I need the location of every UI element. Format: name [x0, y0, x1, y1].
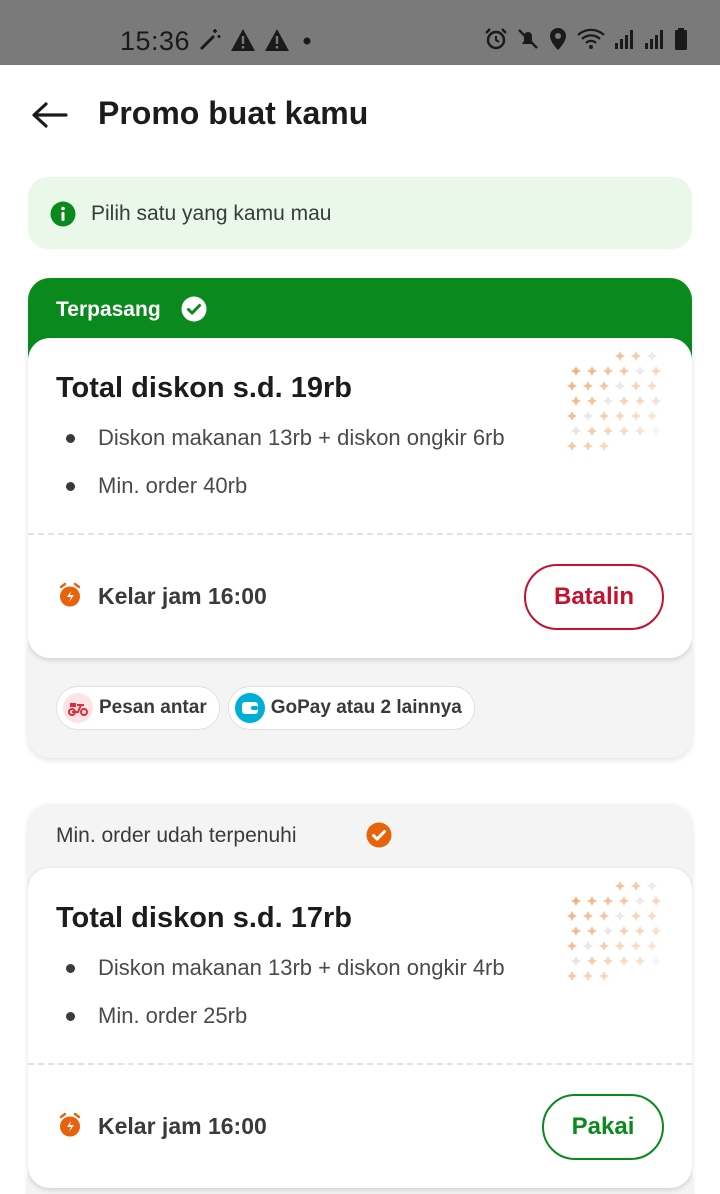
promo-expiry: Kelar jam 16:00 — [98, 1113, 267, 1139]
tag-chip: GoPay atau 2 lainnya — [227, 686, 475, 730]
alarm-icon — [485, 28, 507, 50]
app-header: Promo buat kamu — [0, 65, 720, 165]
dashed-divider — [28, 1063, 692, 1065]
dashed-divider — [28, 533, 692, 535]
timer-icon — [59, 582, 81, 607]
timer-icon — [59, 1112, 81, 1137]
warning-icon — [265, 29, 289, 51]
promo-heading: Total diskon s.d. 19rb — [56, 372, 352, 404]
tag-label: Pesan antar — [99, 697, 207, 718]
promo-bullets: Diskon makanan 13rb + diskon ongkir 4rb … — [56, 954, 505, 1050]
promo-card: Min. order udah terpenuhi Total diskon s… — [28, 804, 692, 1194]
mute-icon — [518, 29, 538, 49]
list-item: Diskon makanan 13rb + diskon ongkir 4rb — [56, 954, 505, 1002]
list-item: Min. order 40rb — [56, 472, 505, 520]
tag-chip: Pesan antar — [56, 686, 220, 730]
bullet-text: Diskon makanan 13rb + diskon ongkir 6rb — [98, 425, 505, 450]
promo-status-label: Terpasang — [56, 298, 161, 321]
list-item: Min. order 25rb — [56, 1002, 505, 1050]
sparkle-pattern-icon — [567, 351, 661, 451]
check-circle-icon — [181, 296, 207, 322]
promo-card: Terpasang Total diskon s.d. 19rb Diskon … — [28, 278, 692, 758]
tag-label: GoPay atau 2 lainnya — [270, 697, 462, 718]
back-button[interactable] — [28, 95, 72, 135]
page-title: Promo buat kamu — [98, 95, 369, 131]
bullet-dot — [66, 964, 75, 973]
info-icon — [50, 201, 76, 227]
check-circle-icon — [366, 822, 392, 848]
wifi-icon — [577, 28, 605, 49]
status-bar: 15:36 — [0, 0, 720, 65]
bullet-dot — [66, 482, 75, 491]
bullet-text: Diskon makanan 13rb + diskon ongkir 4rb — [98, 955, 505, 980]
info-text: Pilih satu yang kamu mau — [91, 202, 332, 225]
signal-icon — [645, 30, 663, 49]
magic-wand-icon — [199, 29, 221, 51]
warning-icon — [231, 29, 255, 51]
battery-icon — [675, 28, 687, 50]
promo-details: Total diskon s.d. 19rb Diskon makanan 13… — [28, 338, 692, 658]
wallet-icon — [234, 693, 265, 723]
status-time: 15:36 — [120, 26, 191, 56]
use-promo-button[interactable]: Pakai — [542, 1094, 664, 1160]
status-right-icons — [484, 27, 688, 51]
promo-status-label: Min. order udah terpenuhi — [56, 824, 297, 847]
bullet-dot — [66, 1012, 75, 1021]
promo-expiry: Kelar jam 16:00 — [98, 583, 267, 609]
bullet-text: Min. order 25rb — [98, 1003, 248, 1028]
info-banner: Pilih satu yang kamu mau — [28, 177, 692, 249]
promo-bullets: Diskon makanan 13rb + diskon ongkir 6rb … — [56, 424, 505, 520]
promo-details: Total diskon s.d. 17rb Diskon makanan 13… — [28, 868, 692, 1188]
back-arrow-icon — [32, 102, 68, 128]
status-left-icons — [196, 27, 316, 53]
signal-icon — [615, 30, 633, 49]
bullet-text: Min. order 40rb — [98, 473, 248, 498]
location-icon — [550, 28, 566, 50]
promo-heading: Total diskon s.d. 17rb — [56, 902, 352, 934]
promo-tags: Pesan antar GoPay atau 2 lainnya — [56, 686, 475, 730]
list-item: Diskon makanan 13rb + diskon ongkir 6rb — [56, 424, 505, 472]
notification-dot-icon — [303, 37, 311, 45]
sparkle-pattern-icon — [567, 881, 661, 981]
delivery-icon — [63, 693, 93, 723]
cancel-promo-button[interactable]: Batalin — [524, 564, 664, 630]
bullet-dot — [66, 434, 75, 443]
